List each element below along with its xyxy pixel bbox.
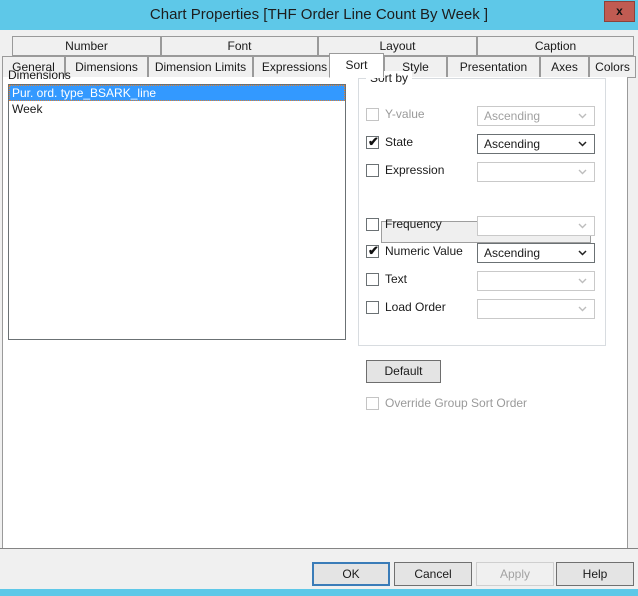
sort-row-expression: Expression bbox=[366, 162, 596, 182]
tab-strip: Number Font Layout Caption General Dimen… bbox=[2, 36, 636, 78]
combo-frequency-order[interactable] bbox=[477, 216, 595, 236]
chevron-down-icon bbox=[577, 303, 588, 314]
combo-expression-order[interactable] bbox=[477, 162, 595, 182]
combo-state-order[interactable]: Ascending bbox=[477, 134, 595, 154]
checkbox-label-expression: Expression bbox=[385, 163, 445, 177]
checkbox-text[interactable] bbox=[366, 273, 379, 286]
dimensions-listbox[interactable]: Pur. ord. type_BSARK_line Week bbox=[8, 84, 346, 340]
tab-dimension-limits[interactable]: Dimension Limits bbox=[148, 56, 253, 78]
title-bar: Chart Properties [THF Order Line Count B… bbox=[0, 0, 638, 30]
checkbox-expression[interactable] bbox=[366, 164, 379, 177]
sort-row-load-order: Load Order bbox=[366, 299, 596, 319]
checkbox-label-y-value: Y-value bbox=[385, 107, 425, 121]
cancel-button[interactable]: Cancel bbox=[394, 562, 472, 586]
dialog-footer: OK Cancel Apply Help bbox=[0, 549, 638, 589]
sort-row-text: Text bbox=[366, 271, 596, 291]
override-group-sort-order-row: Override Group Sort Order bbox=[366, 395, 596, 415]
combo-y-value-order[interactable]: Ascending bbox=[477, 106, 595, 126]
combo-numeric-value-order[interactable]: Ascending bbox=[477, 243, 595, 263]
checkbox-override-group-sort-order[interactable] bbox=[366, 397, 379, 410]
checkbox-state[interactable]: ✔ bbox=[366, 135, 379, 149]
tab-axes[interactable]: Axes bbox=[540, 56, 589, 78]
checkbox-load-order[interactable] bbox=[366, 301, 379, 314]
checkbox-label-numeric-value: Numeric Value bbox=[385, 244, 463, 258]
tab-number[interactable]: Number bbox=[12, 36, 161, 56]
checkbox-numeric-value[interactable]: ✔ bbox=[366, 244, 379, 258]
chevron-down-icon bbox=[577, 138, 588, 149]
tab-colors[interactable]: Colors bbox=[589, 56, 636, 78]
sort-row-state: ✔ State Ascending bbox=[366, 134, 596, 154]
tab-font[interactable]: Font bbox=[161, 36, 318, 56]
tab-dimensions[interactable]: Dimensions bbox=[65, 56, 148, 78]
checkbox-label-frequency: Frequency bbox=[385, 217, 442, 231]
chart-properties-dialog: Chart Properties [THF Order Line Count B… bbox=[0, 0, 638, 596]
checkbox-frequency[interactable] bbox=[366, 218, 379, 231]
default-button[interactable]: Default bbox=[366, 360, 441, 383]
list-item[interactable]: Week bbox=[9, 101, 345, 117]
dimensions-label: Dimensions bbox=[8, 68, 71, 82]
apply-button: Apply bbox=[476, 562, 554, 586]
checkbox-label-override-group-sort-order: Override Group Sort Order bbox=[385, 396, 528, 410]
tab-caption[interactable]: Caption bbox=[477, 36, 634, 56]
chevron-down-icon bbox=[577, 247, 588, 258]
sort-row-y-value: Y-value Ascending bbox=[366, 106, 596, 126]
list-item[interactable]: Pur. ord. type_BSARK_line bbox=[9, 85, 345, 101]
tab-sort[interactable]: Sort bbox=[329, 53, 384, 78]
ok-button[interactable]: OK bbox=[312, 562, 390, 586]
help-button[interactable]: Help bbox=[556, 562, 634, 586]
sort-row-numeric-value: ✔ Numeric Value Ascending bbox=[366, 243, 596, 263]
checkbox-y-value[interactable] bbox=[366, 108, 379, 121]
combo-load-order-order[interactable] bbox=[477, 299, 595, 319]
combo-numeric-value-order-value: Ascending bbox=[484, 246, 541, 260]
sort-row-frequency: Frequency bbox=[366, 216, 596, 236]
dialog-client-area: Number Font Layout Caption General Dimen… bbox=[0, 30, 638, 589]
checkbox-label-load-order: Load Order bbox=[385, 300, 446, 314]
combo-text-order[interactable] bbox=[477, 271, 595, 291]
window-title: Chart Properties [THF Order Line Count B… bbox=[149, 6, 489, 23]
tab-presentation[interactable]: Presentation bbox=[447, 56, 540, 78]
combo-state-order-value: Ascending bbox=[484, 137, 541, 151]
close-icon[interactable]: x bbox=[604, 1, 635, 22]
tab-expressions[interactable]: Expressions bbox=[253, 56, 336, 78]
chevron-down-icon bbox=[577, 166, 588, 177]
chevron-down-icon bbox=[577, 220, 588, 231]
combo-y-value-order-value: Ascending bbox=[484, 109, 541, 123]
chevron-down-icon bbox=[577, 275, 588, 286]
checkbox-label-text: Text bbox=[385, 272, 408, 286]
checkbox-label-state: State bbox=[385, 135, 414, 149]
chevron-down-icon bbox=[577, 110, 588, 121]
